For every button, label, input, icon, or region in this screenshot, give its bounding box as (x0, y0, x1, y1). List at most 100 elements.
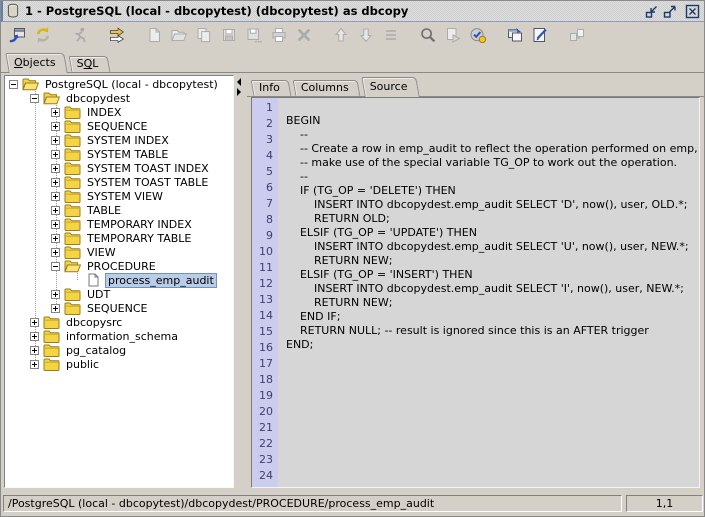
tree-item-public[interactable]: public (5, 357, 233, 371)
expand-toggle-icon[interactable] (30, 332, 39, 341)
folder-icon (43, 343, 60, 357)
expand-toggle-icon[interactable] (51, 220, 60, 229)
code-area[interactable]: BEGIN -- -- Create a row in emp_audit to… (278, 100, 698, 487)
code-line: -- (286, 128, 698, 142)
tree-item-system-index[interactable]: SYSTEM INDEX (5, 133, 233, 147)
list-button (378, 25, 403, 49)
code-line: ELSIF (TG_OP = 'INSERT') THEN (286, 268, 698, 282)
line-number: 12 (252, 276, 273, 292)
tree-item-system-toast-table[interactable]: SYSTEM TOAST TABLE (5, 175, 233, 189)
expand-toggle-icon[interactable] (30, 346, 39, 355)
tab-source[interactable]: Source (363, 77, 418, 97)
code-line: END IF; (286, 310, 698, 324)
object-tree[interactable]: PostgreSQL (local - dbcopytest)dbcopydes… (4, 75, 234, 488)
expand-toggle-icon[interactable] (51, 262, 60, 271)
tree-item-dbcopydest[interactable]: dbcopydest (5, 91, 233, 105)
splitter[interactable] (234, 73, 247, 490)
tree-item-system-view[interactable]: SYSTEM VIEW (5, 189, 233, 203)
title-bar[interactable]: 1 - PostgreSQL (local - dbcopytest) (dbc… (1, 1, 704, 22)
tree-item-sequence[interactable]: SEQUENCE (5, 301, 233, 315)
folder-icon (43, 329, 60, 343)
expand-toggle-icon[interactable] (51, 136, 60, 145)
maximize-button[interactable] (662, 4, 677, 19)
code-line: ELSIF (TG_OP = 'UPDATE') THEN (286, 226, 698, 240)
close-button[interactable] (685, 4, 700, 19)
tree-item-postgresql-local-dbcopytest-[interactable]: PostgreSQL (local - dbcopytest) (5, 77, 233, 91)
tab-objects[interactable]: Objects (7, 53, 66, 73)
connect-session-icon (9, 26, 27, 47)
expand-toggle-icon[interactable] (51, 178, 60, 187)
expand-toggle-icon[interactable] (51, 234, 60, 243)
expand-toggle-icon[interactable] (51, 192, 60, 201)
folder-icon (64, 133, 81, 147)
copy-button (191, 25, 216, 49)
restore-button[interactable] (644, 4, 659, 19)
session-properties-icon (469, 26, 487, 47)
tree-item-table[interactable]: TABLE (5, 203, 233, 217)
code-line: INSERT INTO dbcopydest.emp_audit SELECT … (286, 198, 698, 212)
expand-toggle-icon[interactable] (30, 360, 39, 369)
line-number: 9 (252, 228, 273, 244)
search-button[interactable] (415, 25, 440, 49)
tree-item-dbcopysrc[interactable]: dbcopysrc (5, 315, 233, 329)
tree-item-label: SYSTEM TOAST INDEX (84, 162, 212, 175)
sql-worksheet-button[interactable] (527, 25, 552, 49)
tree-item-information-schema[interactable]: information_schema (5, 329, 233, 343)
tree-item-label: SEQUENCE (84, 120, 150, 133)
tree-item-temporary-table[interactable]: TEMPORARY TABLE (5, 231, 233, 245)
tree-item-pg-catalog[interactable]: pg_catalog (5, 343, 233, 357)
tab-sql[interactable]: SQL (70, 56, 109, 72)
tab-info[interactable]: Info (252, 80, 290, 96)
tree-item-procedure[interactable]: PROCEDURE (5, 259, 233, 273)
tree-item-index[interactable]: INDEX (5, 105, 233, 119)
tree-item-label: SYSTEM INDEX (84, 134, 172, 147)
tree-item-label: VIEW (84, 246, 119, 259)
object-tree-window-button[interactable] (502, 25, 527, 49)
tree-item-process-emp-audit[interactable]: process_emp_audit (5, 273, 233, 287)
folder-icon (64, 217, 81, 231)
expand-toggle-icon[interactable] (51, 108, 60, 117)
tree-item-system-toast-index[interactable]: SYSTEM TOAST INDEX (5, 161, 233, 175)
tree-item-label: TEMPORARY INDEX (84, 218, 195, 231)
connect-session-button[interactable] (5, 25, 30, 49)
tree-item-temporary-index[interactable]: TEMPORARY INDEX (5, 217, 233, 231)
expand-toggle-icon[interactable] (51, 248, 60, 257)
line-number: 23 (252, 452, 273, 468)
session-properties-button[interactable] (465, 25, 490, 49)
expand-toggle-icon[interactable] (30, 94, 39, 103)
expand-toggle-icon[interactable] (30, 318, 39, 327)
collapse-left-icon[interactable] (237, 78, 241, 86)
expand-toggle-icon[interactable] (51, 122, 60, 131)
tree-item-label: SYSTEM TOAST TABLE (84, 176, 211, 189)
expand-toggle-icon[interactable] (51, 164, 60, 173)
line-number: 6 (252, 180, 273, 196)
source-editor[interactable]: 1234567891011121314151617181920212223242… (251, 97, 700, 488)
tree-item-sequence[interactable]: SEQUENCE (5, 119, 233, 133)
expand-toggle-icon[interactable] (9, 80, 18, 89)
tree-item-view[interactable]: VIEW (5, 245, 233, 259)
folder-icon (64, 245, 81, 259)
new-file-button (141, 25, 166, 49)
status-bar: /PostgreSQL (local - dbcopytest)/dbcopyd… (1, 491, 704, 516)
expand-toggle-icon[interactable] (51, 150, 60, 159)
tree-item-udt[interactable]: UDT (5, 287, 233, 301)
expand-toggle-icon[interactable] (51, 304, 60, 313)
tree-item-label: dbcopysrc (63, 316, 125, 329)
tree-item-label: PROCEDURE (84, 260, 159, 273)
tree-item-system-table[interactable]: SYSTEM TABLE (5, 147, 233, 161)
refresh-button[interactable] (30, 25, 55, 49)
expand-toggle-icon[interactable] (51, 206, 60, 215)
code-line: -- Create a row in emp_audit to reflect … (286, 142, 698, 156)
folder-icon (64, 287, 81, 301)
window-controls (644, 4, 700, 19)
split-window-button (564, 25, 589, 49)
expand-toggle-icon[interactable] (51, 290, 60, 299)
print-icon (270, 26, 288, 47)
tab-columns[interactable]: Columns (294, 80, 359, 96)
collapse-right-icon[interactable] (237, 88, 241, 96)
line-number: 18 (252, 372, 273, 388)
commit-button[interactable] (104, 25, 129, 49)
arrow-down-icon (357, 26, 375, 47)
line-number: 21 (252, 420, 273, 436)
database-icon (6, 3, 20, 19)
